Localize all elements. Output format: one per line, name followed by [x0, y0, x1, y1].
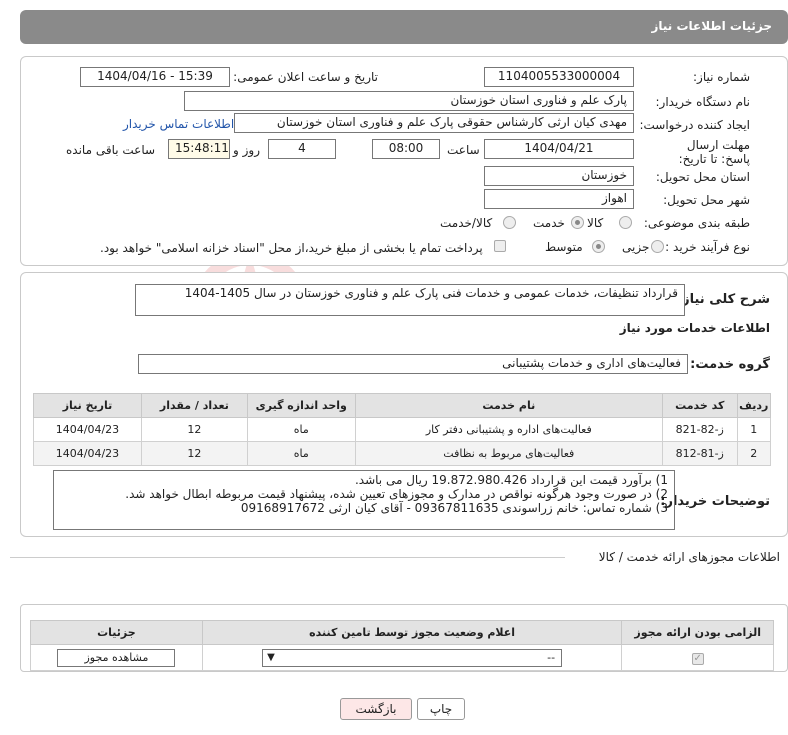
category-label: طبقه بندی موضوعی:: [643, 216, 750, 230]
service-group-field: فعالیت‌های اداری و خدمات پشتیبانی: [138, 354, 688, 374]
back-button[interactable]: بازگشت: [340, 698, 412, 720]
col-qty: تعداد / مقدار: [140, 393, 248, 418]
category-service-label: خدمت: [533, 216, 565, 230]
city-label: شهر محل تحویل:: [663, 193, 750, 207]
category-goods-service-radio[interactable]: [503, 216, 516, 229]
col-permit-details: جزئیات: [30, 620, 203, 645]
need-number-field: 1104005533000004: [484, 67, 634, 87]
province-label: استان محل تحویل:: [655, 170, 750, 184]
permits-table-header: الزامی بودن ارائه مجوز اعلام وضعیت مجوز …: [30, 620, 774, 645]
permits-table: الزامی بودن ارائه مجوز اعلام وضعیت مجوز …: [30, 620, 774, 671]
category-service-radio[interactable]: [571, 216, 584, 229]
process-small-radio[interactable]: [651, 240, 664, 253]
buyer-org-field: پارک علم و فناوری استان خوزستان: [184, 91, 634, 111]
service-code: ز-81-812: [661, 441, 738, 466]
services-table: ردیف کد خدمت نام خدمت واحد اندازه گیری ت…: [33, 393, 772, 466]
col-name: نام خدمت: [354, 393, 663, 418]
service-qty: 12: [140, 417, 248, 442]
service-code: ز-82-821: [661, 417, 738, 442]
services-section-title: اطلاعات خدمات مورد نیاز: [619, 321, 770, 335]
page-header: جزئیات اطلاعات نیاز: [20, 10, 788, 44]
services-table-header: ردیف کد خدمت نام خدمت واحد اندازه گیری ت…: [33, 393, 772, 418]
announce-label: تاریخ و ساعت اعلان عمومی:: [233, 70, 378, 84]
chevron-down-icon: ▼: [267, 651, 275, 663]
service-unit: ماه: [246, 417, 356, 442]
note-line-3: 3) شماره تماس: خانم زراسوندی 09367811635…: [240, 501, 668, 515]
days-field: 4: [268, 139, 336, 159]
page-title: جزئیات اطلاعات نیاز: [651, 19, 772, 33]
treasury-checkbox[interactable]: [494, 240, 506, 252]
deadline-label: مهلت ارسال پاسخ: تا تاریخ:: [678, 138, 750, 166]
summary-label: شرح کلی نیاز:: [676, 292, 770, 307]
deadline-time-label: ساعت: [447, 143, 480, 157]
creator-label: ایجاد کننده درخواست:: [639, 118, 750, 132]
category-goods-radio[interactable]: [619, 216, 632, 229]
province-field: خوزستان: [484, 166, 634, 186]
col-row: ردیف: [736, 393, 772, 418]
city-field: اهواز: [484, 189, 634, 209]
category-goods-label: کالا: [587, 216, 604, 230]
buyer-notes-field: 1) برآورد قیمت این قرارداد 19.872.980.42…: [53, 470, 675, 530]
payment-note: پرداخت تمام یا بخشی از مبلغ خرید،از محل …: [100, 241, 483, 255]
table-row: 1 ز-82-821 فعالیت‌های اداره و پشتیبانی د…: [33, 417, 772, 442]
note-line-1: 1) برآورد قیمت این قرارداد 19.872.980.42…: [354, 473, 668, 487]
service-name: فعالیت‌های مربوط به نظافت: [354, 441, 663, 466]
creator-field: مهدی کیان ارثی کارشناس حقوقی پارک علم و …: [234, 113, 634, 133]
col-permit-status: اعلام وضعیت مجوز توسط تامین کننده: [201, 620, 623, 645]
view-permit-button[interactable]: مشاهده مجوز: [57, 648, 176, 667]
service-qty: 12: [140, 441, 248, 466]
col-unit: واحد اندازه گیری: [246, 393, 356, 418]
row-index: 2: [736, 441, 772, 466]
need-number-label: شماره نیاز:: [693, 70, 750, 84]
deadline-time-field: 08:00: [372, 139, 440, 159]
service-date: 1404/04/23: [33, 441, 142, 466]
remaining-label: ساعت باقی مانده: [66, 143, 156, 157]
process-small-label: جزیی: [622, 240, 650, 254]
permit-required-cell: ✓: [621, 644, 774, 671]
service-date: 1404/04/23: [33, 417, 142, 442]
note-line-2: 2) در صورت وجود هرگونه نواقص در مدارک و …: [125, 487, 668, 501]
col-permit-required: الزامی بودن ارائه مجوز: [621, 620, 774, 645]
days-label: روز و: [233, 143, 260, 157]
remaining-time-field: 15:48:11: [168, 139, 230, 159]
process-label: نوع فرآیند خرید :: [665, 240, 750, 254]
process-medium-radio[interactable]: [592, 240, 605, 253]
service-unit: ماه: [246, 441, 356, 466]
permit-details-cell: مشاهده مجوز: [30, 644, 203, 671]
print-button[interactable]: چاپ: [417, 698, 465, 720]
announce-field: 1404/04/16 - 15:39: [80, 67, 230, 87]
permit-required-checkbox: ✓: [691, 652, 704, 665]
process-medium-label: متوسط: [545, 240, 583, 254]
col-date: تاریخ نیاز: [33, 393, 142, 418]
buyer-notes-label: توضیحات خریدار:: [660, 494, 770, 509]
table-row: ✓ -- ▼ مشاهده مجوز: [30, 644, 774, 671]
service-name: فعالیت‌های اداره و پشتیبانی دفتر کار: [354, 417, 663, 442]
buyer-org-label: نام دستگاه خریدار:: [655, 95, 751, 109]
permits-divider: [10, 557, 565, 558]
table-row: 2 ز-81-812 فعالیت‌های مربوط به نظافت ماه…: [33, 441, 772, 466]
deadline-date-field: 1404/04/21: [484, 139, 634, 159]
contact-info-link[interactable]: اطلاعات تماس خریدار: [123, 117, 234, 131]
row-index: 1: [736, 417, 772, 442]
permits-section-title: اطلاعات مجوزهای ارائه خدمت / کالا: [598, 550, 780, 564]
permit-status-cell: -- ▼: [201, 644, 623, 671]
permit-status-select[interactable]: -- ▼: [262, 648, 563, 667]
col-code: کد خدمت: [661, 393, 738, 418]
summary-field: قرارداد تنظیفات، خدمات عمومی و خدمات فنی…: [135, 284, 685, 316]
permit-status-value: --: [547, 650, 556, 664]
category-goods-service-label: کالا/خدمت: [440, 216, 493, 230]
service-group-label: گروه خدمت:: [690, 357, 770, 372]
